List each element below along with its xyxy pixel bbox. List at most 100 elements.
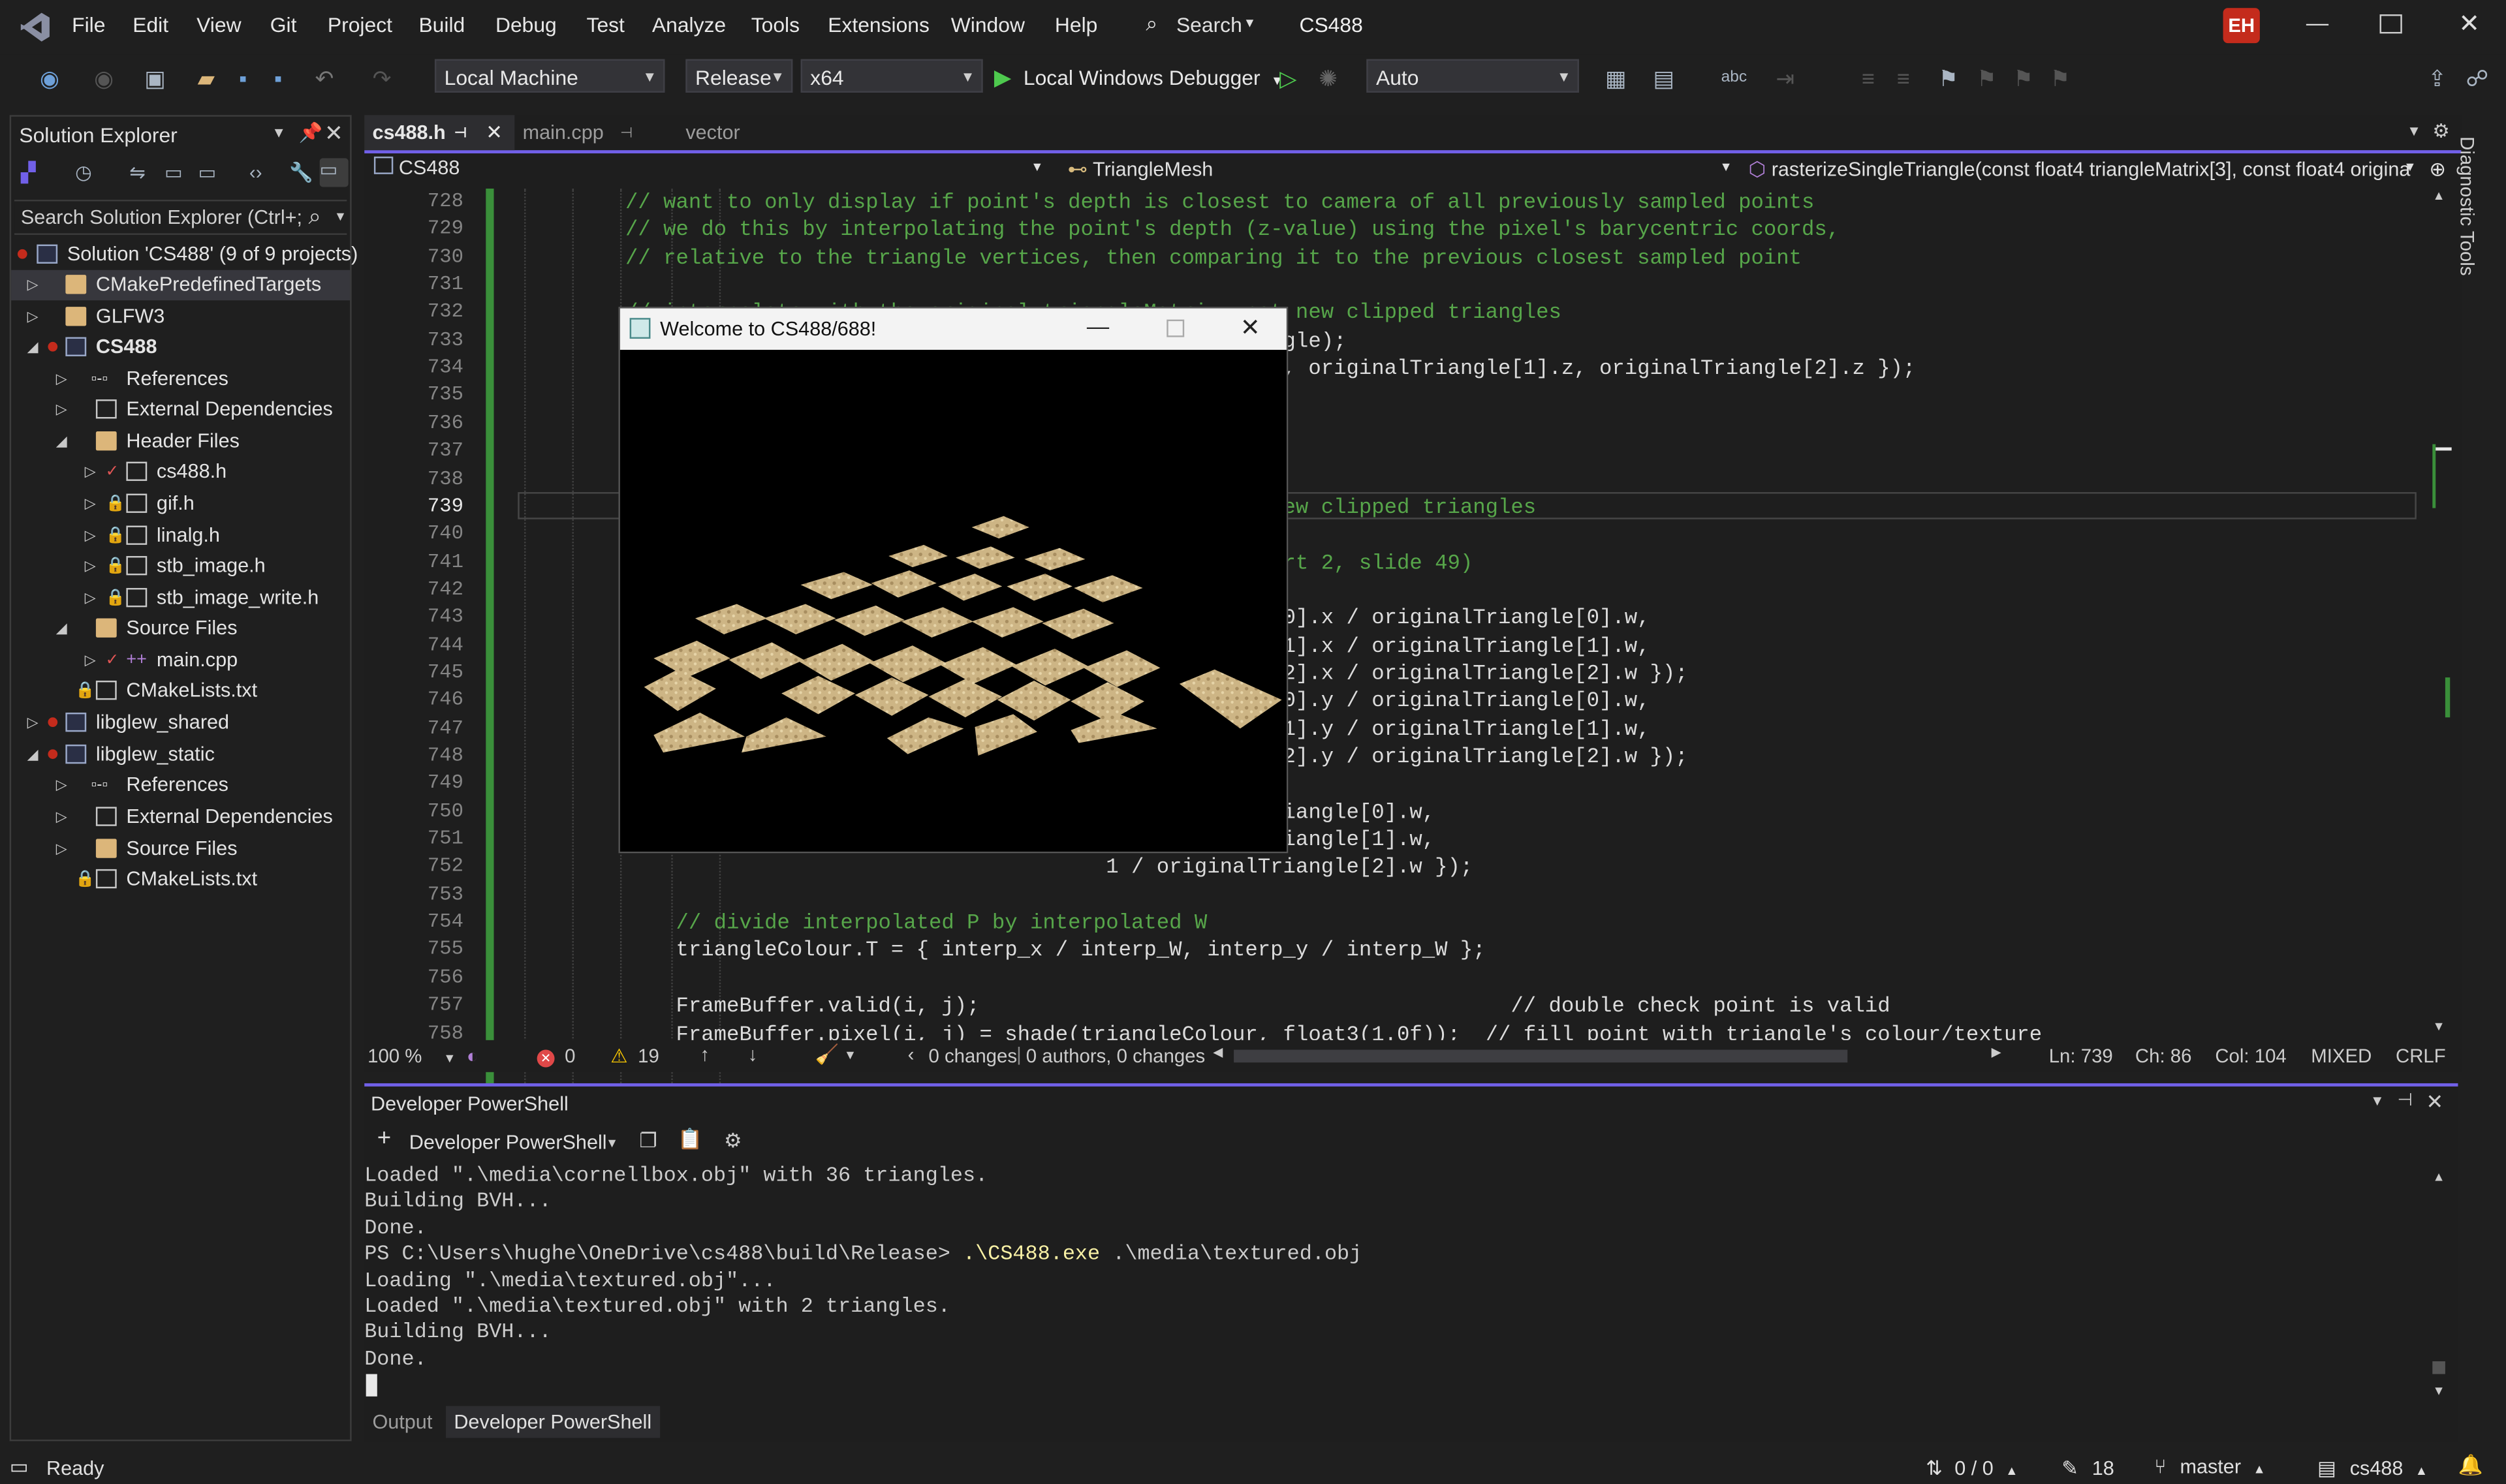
start-without-debugging-icon[interactable]: ▷ [1274, 64, 1302, 93]
settings-icon[interactable]: ⚙ [724, 1128, 742, 1152]
panel-menu-icon[interactable]: ▼ [2370, 1093, 2385, 1109]
scroll-left-icon[interactable]: ◀ [1213, 1045, 1223, 1059]
char-indicator[interactable]: Ch: 86 [2135, 1045, 2192, 1067]
terminal-scrollbar[interactable]: ▲ ▼ [2429, 1169, 2451, 1400]
comment-icon[interactable]: ≡ [1854, 64, 1883, 93]
target-machine-select[interactable]: Local Machine ▼ [434, 59, 665, 93]
horizontal-scrollbar[interactable] [1234, 1049, 1848, 1063]
expand-icon[interactable]: ▷ [85, 457, 96, 487]
render-viewport[interactable] [619, 350, 1287, 852]
expand-icon[interactable]: ▷ [85, 551, 96, 582]
expand-icon[interactable]: ▷ [85, 583, 96, 614]
restore-button[interactable] [2379, 14, 2402, 34]
feedback-icon[interactable]: ☍ [2463, 64, 2492, 93]
tab-vector[interactable]: vector [678, 115, 806, 150]
code-icon[interactable]: ‹› [249, 161, 262, 183]
plus-icon[interactable]: + [377, 1125, 391, 1152]
show-all-icon[interactable]: ▭ [198, 161, 217, 183]
solution-config-select[interactable]: Auto ▼ [1366, 59, 1579, 93]
menu-analyze[interactable]: Analyze [652, 13, 726, 37]
terminal-output[interactable]: Loaded ".\media\cornellbox.obj" with 36 … [364, 1163, 2426, 1399]
menu-window[interactable]: Window [951, 13, 1025, 37]
notifications-icon[interactable]: 🔔 [2458, 1454, 2483, 1478]
menu-view[interactable]: View [196, 13, 241, 37]
chevron-down-icon[interactable]: ▼ [844, 1048, 856, 1062]
line-ending-indicator[interactable]: CRLF [2396, 1045, 2446, 1067]
expand-icon[interactable]: ▷ [27, 270, 39, 301]
clear-bookmarks-icon[interactable]: ⚑ [2046, 64, 2075, 93]
terminal-profile-select[interactable]: Developer PowerShell [409, 1131, 607, 1153]
expand-icon[interactable]: ▷ [56, 395, 67, 425]
next-bookmark-icon[interactable]: ⚑ [2009, 64, 2038, 93]
new-project-icon[interactable]: ▣ [140, 64, 169, 93]
repo-indicator[interactable]: ▤ cs488 ▲ [2317, 1455, 2428, 1479]
forward-icon[interactable]: ◉ [89, 64, 118, 93]
error-count[interactable]: ✕ 0 [537, 1045, 575, 1068]
expand-icon[interactable]: ▷ [85, 645, 96, 676]
preview-icon[interactable]: ▭ [319, 158, 349, 187]
prev-bookmark-icon[interactable]: ⚑ [1972, 64, 2001, 93]
maximize-button[interactable] [1167, 319, 1185, 337]
back-icon[interactable]: ◉ [35, 64, 64, 93]
chevron-left-icon[interactable]: ‹ [908, 1043, 915, 1066]
nav-class-select[interactable]: ⊷ TriangleMesh ▼ [1067, 157, 1732, 180]
line-indicator[interactable]: Ln: 739 [2049, 1045, 2113, 1067]
cleanup-icon[interactable]: 🧹 [815, 1043, 839, 1066]
history-icon[interactable]: ◷ [75, 161, 92, 183]
layout-icon[interactable]: ▤ [1650, 64, 1678, 93]
collapse-icon[interactable]: ▭ [164, 161, 183, 183]
solution-search-input[interactable]: Search Solution Explorer (Ctrl+; ⌕ ▼ [14, 200, 347, 235]
menu-test[interactable]: Test [587, 13, 625, 37]
nav-member-select[interactable]: ⬡ rasterizeSingleTriangle(const float4 t… [1748, 157, 2419, 180]
open-folder-icon[interactable]: ▰ [192, 64, 221, 93]
settings-icon[interactable]: ⚙ [2432, 120, 2449, 142]
panel-menu-icon[interactable]: ▼ [272, 125, 286, 140]
git-authors-label[interactable]: 0 authors, 0 changes [1026, 1045, 1205, 1067]
paste-icon[interactable]: 📋 [678, 1128, 702, 1152]
tab-overflow-icon[interactable]: ▼ [2407, 123, 2421, 139]
undo-icon[interactable]: ↶ [310, 64, 339, 93]
tab-output[interactable]: Output [372, 1411, 432, 1433]
col-indicator[interactable]: Col: 104 [2215, 1045, 2286, 1067]
collapse-icon[interactable]: ◢ [27, 332, 39, 363]
copy-icon[interactable]: ❐ [639, 1128, 657, 1152]
menu-project[interactable]: Project [328, 13, 392, 37]
pending-edits-indicator[interactable]: ✎ 18 [2061, 1455, 2114, 1479]
expand-icon[interactable]: ▷ [56, 364, 67, 395]
menu-edit[interactable]: Edit [133, 13, 168, 37]
close-panel-icon[interactable]: ✕ [324, 120, 343, 147]
collapse-icon[interactable]: ◢ [56, 613, 67, 644]
indent-icon[interactable]: ⇥ [1771, 64, 1800, 93]
close-panel-icon[interactable]: ✕ [2426, 1090, 2444, 1115]
spell-check-icon[interactable]: abc [1719, 64, 1748, 93]
collapse-icon[interactable]: ◢ [27, 740, 39, 771]
expand-icon[interactable]: ▷ [85, 521, 96, 551]
opengl-window[interactable]: Welcome to CS488/688! — ✕ [618, 307, 1289, 854]
bookmark-icon[interactable]: ⚑ [1934, 64, 1962, 93]
vertical-scrollbar[interactable]: ▲ ▼ [2426, 189, 2455, 1038]
expand-icon[interactable]: ▷ [27, 708, 39, 739]
menu-build[interactable]: Build [418, 13, 465, 37]
next-issue-icon[interactable]: ↓ [748, 1043, 758, 1066]
menu-tools[interactable]: Tools [751, 13, 800, 37]
vs-logo-icon[interactable] [19, 11, 51, 43]
pin-icon[interactable]: ⊣ [2397, 1090, 2412, 1110]
minimize-button[interactable]: — [1087, 313, 1109, 339]
home-icon[interactable]: ▞ [21, 161, 36, 183]
tab-main-cpp[interactable]: main.cpp ⊣ [514, 115, 674, 150]
git-changes-label[interactable]: 0 changes [928, 1045, 1017, 1067]
window-titlebar[interactable]: Welcome to CS488/688! — ✕ [619, 308, 1287, 350]
save-all-icon[interactable]: ▪ [264, 64, 292, 93]
menu-git[interactable]: Git [270, 13, 297, 37]
pin-icon[interactable]: 📌 [299, 121, 323, 144]
platform-select[interactable]: x64 ▼ [800, 59, 983, 93]
pin-icon[interactable]: ⊣ [454, 115, 467, 150]
close-window-button[interactable]: ✕ [2453, 8, 2485, 40]
close-tab-icon[interactable]: ✕ [486, 115, 503, 150]
chevron-down-icon[interactable]: ▼ [606, 1136, 618, 1151]
copilot-icon[interactable]: ◐ [467, 1045, 478, 1067]
minimize-button[interactable]: — [2302, 10, 2334, 42]
scroll-right-icon[interactable]: ▶ [1992, 1045, 2001, 1059]
output-icon[interactable]: ▭ [10, 1454, 29, 1477]
scroll-down-icon[interactable]: ▼ [2432, 1019, 2445, 1034]
